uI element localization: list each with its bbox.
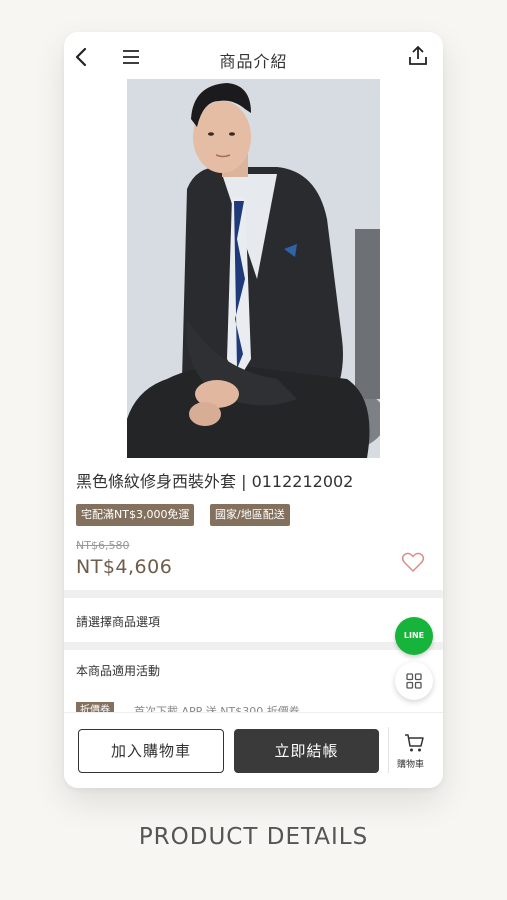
- cart-button[interactable]: [403, 732, 425, 754]
- product-name: 黑色條紋修身西裝外套 | 0112212002: [76, 472, 354, 491]
- phone-screen: 商品介紹 黑色條紋修身西裝外套 | 0112212002 宅配滿NT$3,000…: [64, 32, 443, 788]
- heart-icon: [401, 552, 425, 572]
- top-nav-bar: 商品介紹: [64, 32, 443, 82]
- grid-icon: [406, 673, 422, 689]
- activities-heading: 本商品適用活動: [76, 664, 161, 678]
- divider: [388, 727, 389, 773]
- product-image[interactable]: [127, 79, 380, 458]
- section-divider: [64, 590, 443, 598]
- sale-price: NT$4,606: [76, 556, 173, 578]
- cart-label[interactable]: 購物車: [397, 757, 424, 770]
- quick-menu-button[interactable]: [395, 662, 433, 700]
- delivery-region-tag: 國家/地區配送: [210, 504, 290, 526]
- favorite-button[interactable]: [401, 551, 425, 573]
- cart-icon: [405, 734, 424, 752]
- bottom-action-bar: 加入購物車 立即結帳 購物車: [64, 712, 443, 788]
- share-icon: [409, 46, 427, 65]
- section-divider: [64, 642, 443, 650]
- caption: PRODUCT DETAILS: [138, 824, 369, 850]
- share-button[interactable]: [406, 44, 430, 68]
- original-price: NT$6,580: [76, 539, 130, 552]
- free-shipping-tag: 宅配滿NT$3,000免運: [76, 504, 195, 526]
- line-chat-button[interactable]: LINE: [395, 617, 433, 655]
- product-photo: [127, 79, 380, 458]
- checkout-button[interactable]: 立即結帳: [234, 729, 379, 773]
- add-to-cart-button[interactable]: 加入購物車: [78, 729, 224, 773]
- line-chat-icon: LINE: [403, 631, 425, 640]
- product-options-row[interactable]: 請選擇商品選項: [76, 613, 160, 630]
- page-title: 商品介紹: [219, 52, 288, 71]
